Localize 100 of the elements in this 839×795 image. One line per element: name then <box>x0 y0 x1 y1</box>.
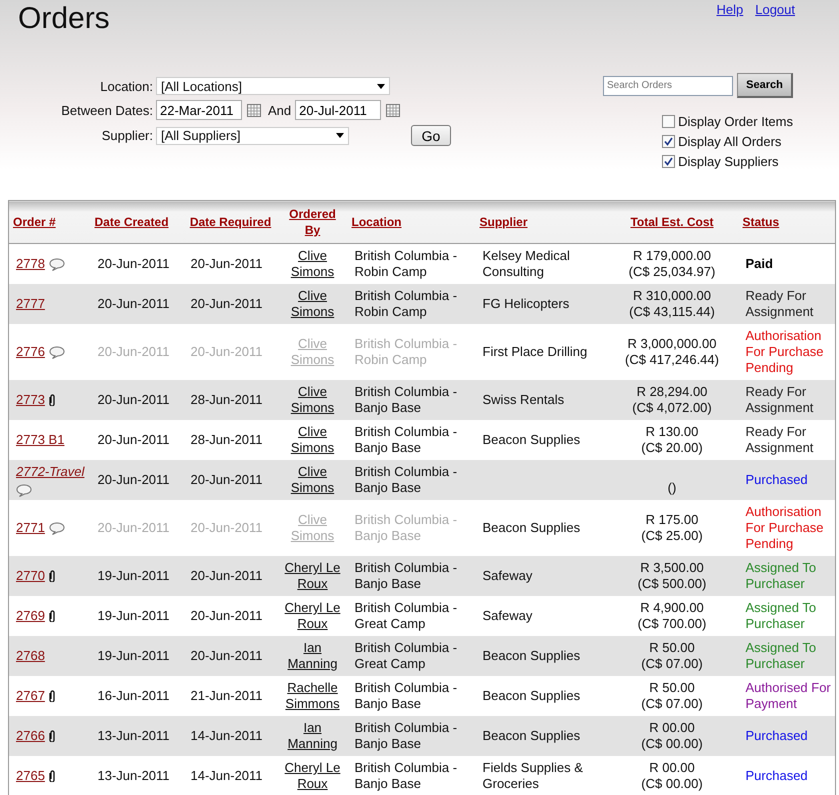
cost-cad-text: (C$ 00.00) <box>640 776 704 792</box>
date-field[interactable]: 22-Mar-2011 <box>156 100 242 120</box>
supplier-text: Kelsey Medical Consulting <box>482 248 570 279</box>
person-link[interactable]: Ian Manning <box>282 720 344 752</box>
paperclip-icon[interactable] <box>48 570 56 582</box>
person-link[interactable]: Cheryl Le Roux <box>282 760 344 792</box>
cost-text: R 28,294.00 <box>636 384 708 400</box>
order-link[interactable]: 2773 B1 <box>16 432 64 448</box>
order-link[interactable]: 2770 <box>16 568 45 584</box>
person-link[interactable]: Clive Simons <box>282 464 344 496</box>
status-text: Purchased <box>746 768 809 784</box>
date-required: 20-Jun-2011 <box>190 608 263 623</box>
order-link[interactable]: 2776 <box>16 344 45 360</box>
status-text: Assigned To Purchaser <box>746 600 818 632</box>
date-created: 20-Jun-2011 <box>98 392 170 407</box>
supplier-text: Safeway <box>482 568 532 583</box>
supplier-text: FG Helicopters <box>482 296 570 311</box>
order-link[interactable]: 2777 <box>16 296 45 312</box>
location-dropdown[interactable]: [All Locations] <box>156 77 390 95</box>
paperclip-icon[interactable] <box>48 770 56 782</box>
cost-cad-text: (C$ 700.00) <box>636 616 708 632</box>
checkbox[interactable] <box>662 155 676 168</box>
cost-text: R 175.00 <box>644 512 700 528</box>
cost-cad-text: (C$ 4,072.00) <box>631 400 713 416</box>
cost-text: R 3,000,000.00 <box>626 336 718 352</box>
location-text: British Columbia - Banjo Base <box>354 720 458 751</box>
location-text: British Columbia - Banjo Base <box>354 384 458 415</box>
cost-cad-text: () <box>666 480 678 496</box>
person-link[interactable]: Clive Simons <box>282 248 344 280</box>
cost-text: R 4,900.00 <box>639 600 705 616</box>
cost-text: R 00.00 <box>648 760 696 776</box>
date-created: 20-Jun-2011 <box>98 472 170 487</box>
go-button[interactable]: Go <box>411 125 451 146</box>
location-text: British Columbia - Banjo Base <box>354 464 458 495</box>
checkbox[interactable] <box>662 115 676 128</box>
date-created: 20-Jun-2011 <box>98 520 170 535</box>
order-link[interactable]: 2778 <box>16 256 45 272</box>
order-link[interactable]: 2765 <box>16 768 45 784</box>
search-field[interactable]: Search Orders <box>603 76 733 96</box>
date-field[interactable]: 20-Jul-2011 <box>295 100 382 120</box>
calendar-icon[interactable] <box>247 104 261 116</box>
person-link[interactable]: Cheryl Le Roux <box>282 600 344 632</box>
header-link[interactable]: Help <box>716 2 744 17</box>
header-link[interactable]: Logout <box>755 2 795 17</box>
caret-icon <box>336 133 344 138</box>
supplier-text: First Place Drilling <box>482 344 588 359</box>
order-link[interactable]: 2769 <box>16 608 45 624</box>
person-link[interactable]: Clive Simons <box>282 384 344 416</box>
location-label: Location: <box>100 78 154 94</box>
order-link[interactable]: 2766 <box>16 728 45 744</box>
cost-cad-text: (C$ 25,034.97) <box>628 264 716 280</box>
person-link[interactable]: Clive Simons <box>282 424 344 456</box>
status-text: Assigned To Purchaser <box>746 640 818 672</box>
order-link[interactable]: 2773 <box>16 392 45 408</box>
and-label: And <box>268 102 292 118</box>
location-text: British Columbia - Banjo Base <box>354 560 458 591</box>
checkbox[interactable] <box>662 135 676 148</box>
status-text: Authorisation For Purchase Pending <box>746 504 825 552</box>
location-text: British Columbia - Banjo Base <box>354 760 458 791</box>
speech-bubble-icon[interactable] <box>16 484 32 496</box>
date-required: 14-Jun-2011 <box>190 728 263 743</box>
person-link[interactable]: Cheryl Le Roux <box>282 560 344 592</box>
location-text: British Columbia - Banjo Base <box>354 680 458 711</box>
paperclip-icon[interactable] <box>48 690 56 702</box>
date-created: 16-Jun-2011 <box>98 688 170 703</box>
location-text: British Columbia - Robin Camp <box>354 336 458 367</box>
cost-cad-text: (C$ 07.00) <box>640 656 704 672</box>
speech-bubble-icon[interactable] <box>48 346 65 358</box>
cost-cad-text: (C$ 07.00) <box>640 696 704 712</box>
paperclip-icon[interactable] <box>48 610 56 622</box>
date-required: 20-Jun-2011 <box>190 256 263 271</box>
status-text: Authorisation For Purchase Pending <box>746 328 825 376</box>
order-link[interactable]: 2772-Travel <box>16 464 84 480</box>
person-link[interactable]: Ian Manning <box>282 640 344 672</box>
date-required: 20-Jun-2011 <box>190 296 263 311</box>
status-text: Purchased <box>746 728 809 744</box>
paperclip-icon[interactable] <box>48 730 56 742</box>
speech-bubble-icon[interactable] <box>48 522 65 534</box>
person-link[interactable]: Rachelle Simmons <box>282 680 344 712</box>
speech-bubble-icon[interactable] <box>48 258 65 270</box>
date-required: 20-Jun-2011 <box>190 472 263 487</box>
paperclip-icon[interactable] <box>48 394 56 406</box>
supplier-dropdown[interactable]: [All Suppliers] <box>156 126 349 144</box>
option-label: Display All Orders <box>678 134 782 149</box>
location-text: British Columbia - Great Camp <box>354 600 458 631</box>
supplier-text: Beacon Supplies <box>482 520 580 535</box>
order-link[interactable]: 2768 <box>16 648 45 664</box>
order-link[interactable]: 2767 <box>16 688 45 704</box>
supplier-text: Beacon Supplies <box>482 432 580 447</box>
location-text: British Columbia - Great Camp <box>354 640 458 671</box>
calendar-icon[interactable] <box>386 104 400 116</box>
date-required: 28-Jun-2011 <box>190 392 263 407</box>
person-link[interactable]: Clive Simons <box>282 288 344 320</box>
supplier-text: Beacon Supplies <box>482 728 580 743</box>
supplier-text: Swiss Rentals <box>482 392 564 407</box>
supplier-text: Beacon Supplies <box>482 648 580 663</box>
supplier-text: Safeway <box>482 608 532 623</box>
order-link[interactable]: 2771 <box>16 520 45 536</box>
search-button[interactable]: Search <box>737 73 793 98</box>
date-created: 20-Jun-2011 <box>98 432 170 447</box>
